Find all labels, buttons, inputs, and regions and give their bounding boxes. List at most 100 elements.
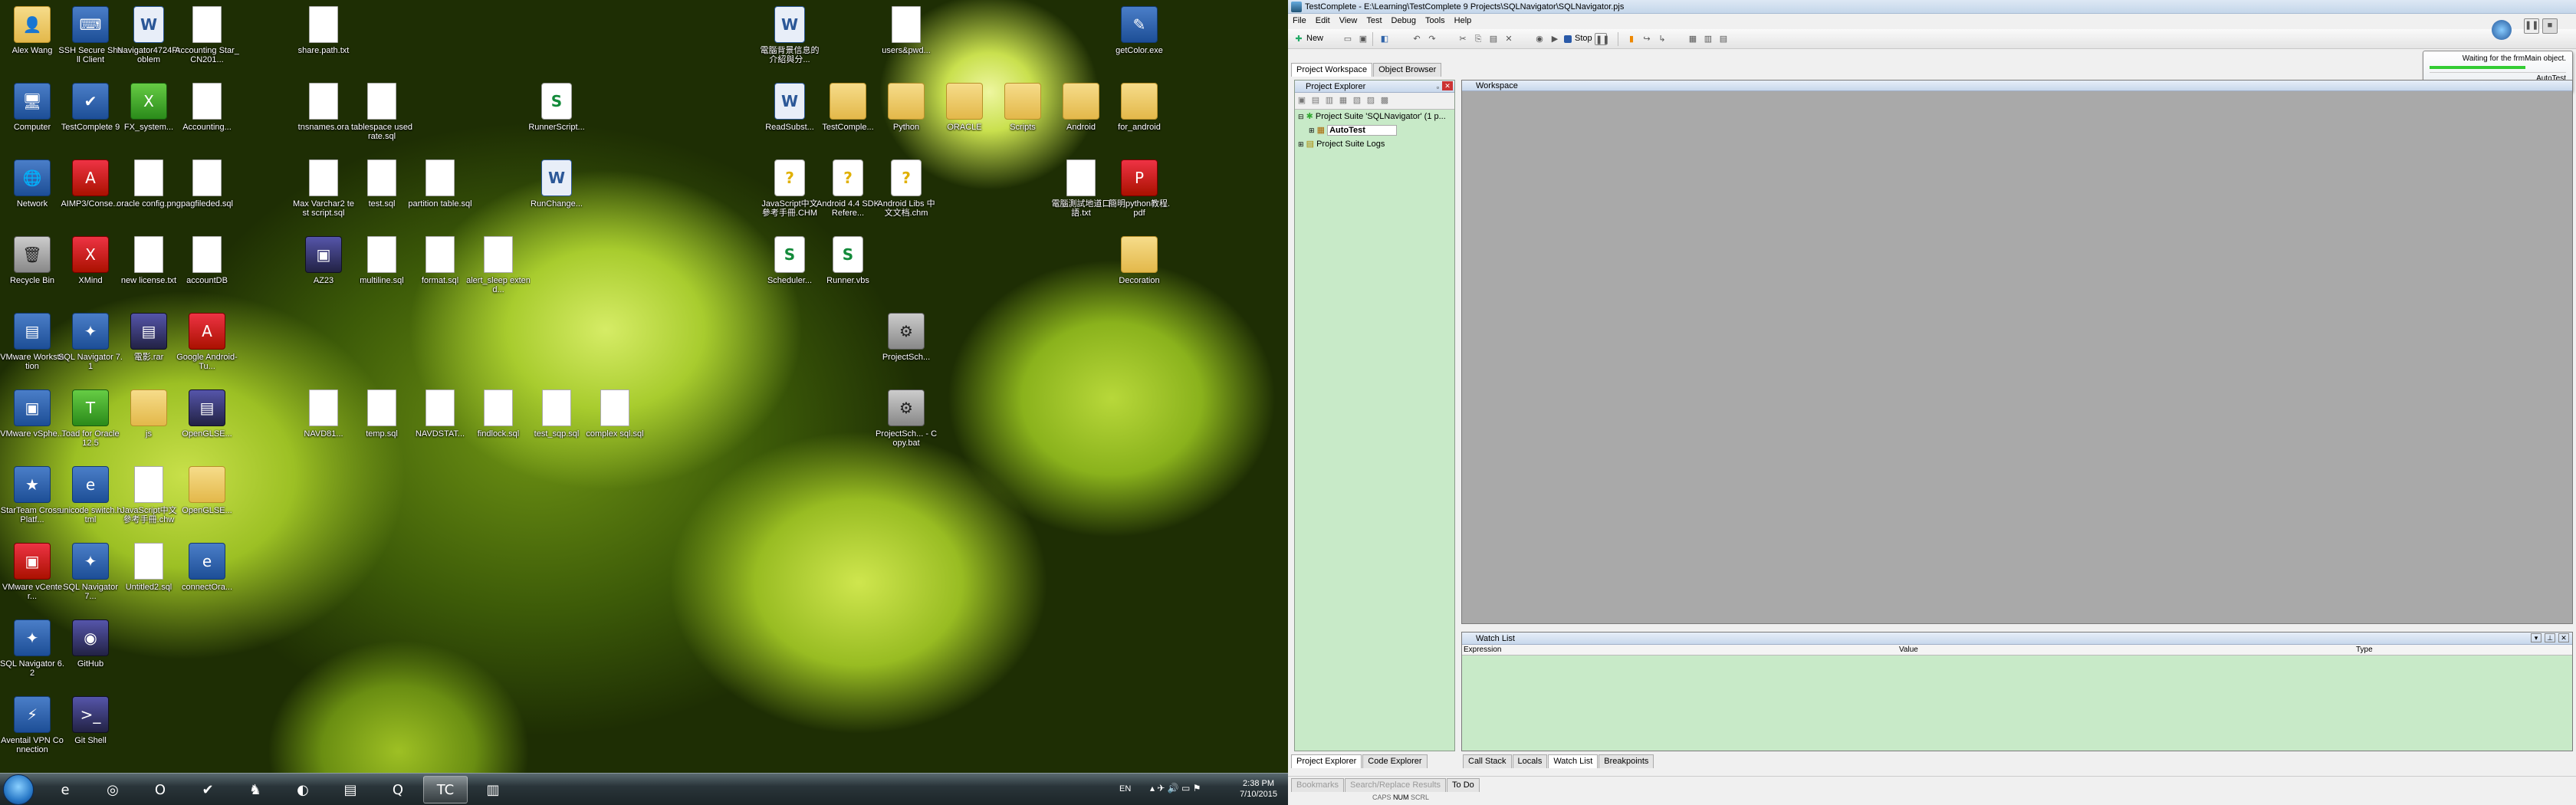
tab-to-do[interactable]: To Do xyxy=(1447,778,1480,792)
taskbar-notepad-button[interactable]: ▤ xyxy=(328,776,373,803)
taskbar-explorer-button[interactable]: ▥ xyxy=(471,776,515,803)
desktop-icon[interactable]: Decoration xyxy=(1107,235,1171,308)
desktop-icon[interactable]: Accounting... xyxy=(175,81,239,155)
menu-tools[interactable]: Tools xyxy=(1421,14,1450,28)
desktop-icon[interactable]: Accounting Star_CN201... xyxy=(175,5,239,78)
stop-test-icon[interactable]: ■ xyxy=(2542,18,2558,34)
desktop-icon[interactable]: W 電腦背景信息的介紹與分... xyxy=(757,5,822,78)
breakpoint-icon[interactable]: ▮ xyxy=(1625,33,1638,45)
taskbar-outlook-button[interactable]: O xyxy=(138,776,182,803)
desktop-icon[interactable]: ⌨ SSH Secure Shell Client xyxy=(58,5,123,78)
pin-icon[interactable]: ⊥ xyxy=(2545,633,2555,642)
desktop-icon[interactable]: OpenGLSE... xyxy=(175,465,239,538)
desktop-icon[interactable]: ▤ 電影.rar xyxy=(117,311,181,385)
tab-project-explorer[interactable]: Project Explorer xyxy=(1291,754,1362,768)
project-tool-icon[interactable]: ▨ xyxy=(1364,93,1378,108)
copy-icon[interactable]: ⎘ xyxy=(1472,33,1484,45)
pause-test-icon[interactable]: ❚❚ xyxy=(2524,18,2539,34)
project-tool-icon[interactable]: ▦ xyxy=(1336,93,1350,108)
expand-icon[interactable]: ⊞ xyxy=(1298,140,1304,148)
desktop-icon[interactable]: accountDB xyxy=(175,235,239,308)
menu-edit[interactable]: Edit xyxy=(1311,14,1335,28)
desktop-icon[interactable]: TestComple... xyxy=(816,81,880,155)
tree-item-suite[interactable]: ⊟ ✱ Project Suite 'SQLNavigator' (1 p... xyxy=(1295,110,1454,123)
desktop-icon[interactable]: 🗑 Recycle Bin xyxy=(0,235,64,308)
column-type[interactable]: Type xyxy=(2356,646,2373,654)
collapse-icon[interactable]: ⊟ xyxy=(1298,113,1304,120)
desktop-icon[interactable]: S RunnerScript... xyxy=(524,81,589,155)
desktop-icon[interactable]: A Google Android-Tu... xyxy=(175,311,239,385)
redo-icon[interactable]: ↷ xyxy=(1426,33,1438,45)
desktop-icon[interactable]: alert_sleep extend... xyxy=(466,235,531,308)
menu-view[interactable]: View xyxy=(1335,14,1362,28)
tab-watch-list[interactable]: Watch List xyxy=(1548,754,1598,768)
desktop-icon[interactable]: partition table.sql xyxy=(408,158,472,232)
project-tool-icon[interactable]: ▩ xyxy=(1378,93,1392,108)
desktop-icon[interactable]: ★ StarTeam Cross-Platf... xyxy=(0,465,64,538)
project-tool-icon[interactable]: ▣ xyxy=(1295,93,1309,108)
desktop-icon[interactable]: >_ Git Shell xyxy=(58,695,123,768)
desktop-icon[interactable]: X XMind xyxy=(58,235,123,308)
play-icon[interactable]: ▶ xyxy=(1549,33,1561,45)
desktop-icon[interactable]: findlock.sql xyxy=(466,388,531,462)
desktop-icon[interactable]: NAVD81... xyxy=(291,388,356,462)
desktop-icon[interactable]: complex sql.sql xyxy=(583,388,647,462)
menu-debug[interactable]: Debug xyxy=(1387,14,1421,28)
desktop-icon[interactable]: ▤ VMware Workstation xyxy=(0,311,64,385)
tab-object-browser[interactable]: Object Browser xyxy=(1373,63,1442,77)
column-value[interactable]: Value xyxy=(1899,646,1918,654)
delete-icon[interactable]: ✕ xyxy=(1503,33,1515,45)
desktop-icon[interactable]: ✔ TestComplete 9 xyxy=(58,81,123,155)
desktop-icon[interactable]: X FX_system... xyxy=(117,81,181,155)
stop-icon[interactable] xyxy=(1564,35,1572,43)
desktop-icon[interactable]: 🌐 Network xyxy=(0,158,64,232)
desktop-icon[interactable]: S Scheduler... xyxy=(757,235,822,308)
taskbar-tc9-button[interactable]: TC xyxy=(423,776,468,803)
cut-icon[interactable]: ✂ xyxy=(1457,33,1469,45)
save-icon[interactable]: ▣ xyxy=(1357,33,1369,45)
tray-icons[interactable]: ▴ ✈ 🔊 ▭ ⚑ xyxy=(1150,783,1201,794)
open-icon[interactable]: ▭ xyxy=(1342,33,1354,45)
step-over-icon[interactable]: ↳ xyxy=(1656,33,1668,45)
column-expression[interactable]: Expression xyxy=(1464,646,1501,654)
desktop-icon[interactable]: ✦ SQL Navigator 6.2 xyxy=(0,618,64,692)
taskbar-testcomplete-task-button[interactable]: ✔ xyxy=(186,776,230,803)
new-icon[interactable]: ✚ xyxy=(1293,33,1305,45)
step-icon[interactable]: ↪ xyxy=(1641,33,1653,45)
pin-icon[interactable]: ▫ xyxy=(1437,81,1439,94)
stop-button[interactable]: Stop xyxy=(1575,34,1592,43)
desktop-icon[interactable]: test.sql xyxy=(350,158,414,232)
desktop-icon[interactable]: users&pwd... xyxy=(874,5,938,78)
desktop-icon[interactable]: ▣ VMware vCenter... xyxy=(0,541,64,615)
taskbar-chrome-button[interactable]: ◎ xyxy=(90,776,135,803)
pause-icon[interactable]: ❚❚ xyxy=(1595,33,1609,45)
close-icon[interactable]: ✕ xyxy=(1442,81,1453,90)
tab-breakpoints[interactable]: Breakpoints xyxy=(1598,754,1654,768)
desktop-icon[interactable]: Python xyxy=(874,81,938,155)
project-tool-icon[interactable]: ▧ xyxy=(1350,93,1364,108)
tab-search-replace-results[interactable]: Search/Replace Results xyxy=(1345,778,1447,792)
desktop-icon[interactable]: Android xyxy=(1049,81,1113,155)
desktop-icon[interactable]: W ReadSubst... xyxy=(757,81,822,155)
desktop-icon[interactable]: tnsnames.ora xyxy=(291,81,356,155)
taskbar-q-app-button[interactable]: Q xyxy=(376,776,420,803)
desktop-icon[interactable]: Max Varchar2 test script.sql xyxy=(291,158,356,232)
desktop-icon[interactable]: test_sqp.sql xyxy=(524,388,589,462)
desktop-icon[interactable]: ? JavaScript中文參考手冊.CHM xyxy=(757,158,822,232)
desktop-icon[interactable]: multiline.sql xyxy=(350,235,414,308)
desktop-icon[interactable]: share.path.txt xyxy=(291,5,356,78)
desktop-icon[interactable]: W RunChange... xyxy=(524,158,589,232)
close-icon[interactable]: ✕ xyxy=(2558,633,2569,642)
desktop-icon[interactable]: js xyxy=(117,388,181,462)
desktop-icon[interactable]: Scripts xyxy=(991,81,1055,155)
desktop-icon[interactable]: T Toad for Oracle 12.5 xyxy=(58,388,123,462)
desktop-icon[interactable]: ? Android 4.4 SDK Refere... xyxy=(816,158,880,232)
record-icon[interactable]: ◉ xyxy=(1533,33,1546,45)
desktop-icon[interactable]: JavaScript中文參考手冊.chw xyxy=(117,465,181,538)
window-icon[interactable]: ▦ xyxy=(1687,33,1699,45)
desktop-icon[interactable]: ✦ SQL Navigator 7.1 xyxy=(58,311,123,385)
taskbar-ie-button[interactable]: e xyxy=(43,776,87,803)
desktop-icon[interactable]: ▣ AZ23 xyxy=(291,235,356,308)
desktop-icon[interactable]: ⚙ ProjectSch... - Copy.bat xyxy=(874,388,938,462)
tab-project-workspace[interactable]: Project Workspace xyxy=(1291,63,1373,77)
